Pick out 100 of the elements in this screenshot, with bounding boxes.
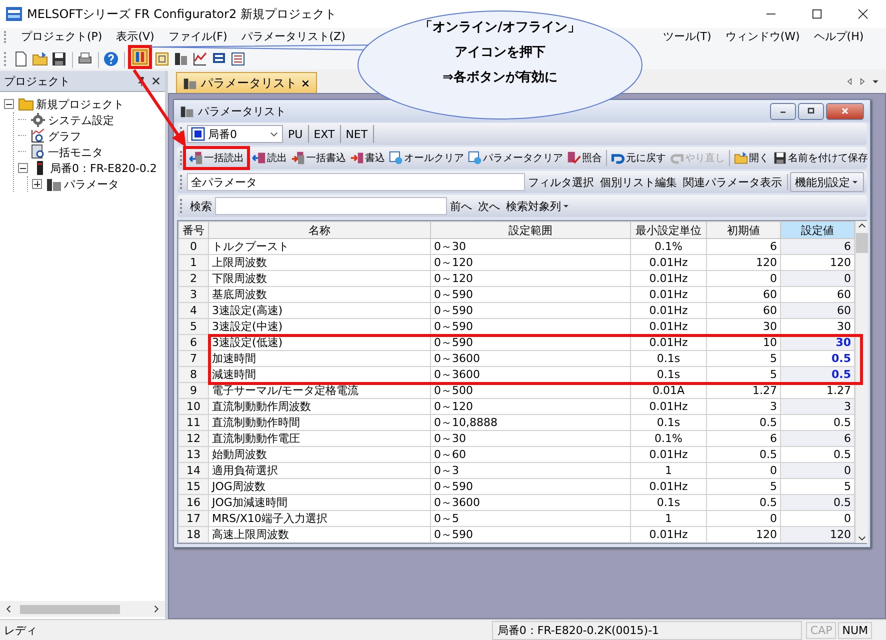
- graph-icon: [30, 128, 46, 144]
- column-header[interactable]: 番号: [178, 222, 208, 238]
- toolbar-button[interactable]: 一括書込: [289, 149, 348, 167]
- table-cell: 0～500: [430, 382, 630, 398]
- table-cell: 0～590: [430, 286, 630, 302]
- toolbar-button[interactable]: 元に戻す: [609, 149, 668, 167]
- vertical-scrollbar[interactable]: [855, 221, 868, 543]
- table-cell: 0～590: [430, 478, 630, 494]
- monitor-icon: [30, 144, 46, 160]
- online-icon: [132, 49, 148, 65]
- table-cell: 13: [178, 446, 208, 462]
- table-cell: 0.01Hz: [630, 270, 706, 286]
- close-button[interactable]: [826, 102, 864, 120]
- callout-text: 「オンライン/オフライン」: [420, 19, 580, 37]
- toolbar-button[interactable]: 読出: [250, 149, 289, 167]
- table-cell: 0～120: [430, 398, 630, 414]
- table-cell: 12: [178, 430, 208, 446]
- folder-icon: [734, 151, 748, 165]
- horizontal-scrollbar[interactable]: [0, 601, 165, 617]
- tree-item[interactable]: 局番0：FR-E820-0.2: [50, 160, 157, 176]
- toolbar-button[interactable]: 一括読出: [183, 146, 250, 170]
- search-nav-button[interactable]: 次へ: [475, 197, 503, 215]
- document-tab[interactable]: パラメータリスト: [176, 72, 317, 93]
- table-cell: 0.5: [706, 446, 780, 462]
- menu-item[interactable]: プロジェクト(P): [14, 29, 110, 44]
- filter-field[interactable]: 全パラメータ: [187, 173, 525, 191]
- toolbar-button[interactable]: 書込: [348, 149, 387, 167]
- search-field[interactable]: [215, 197, 447, 215]
- menu-item[interactable]: ファイル(F): [161, 29, 234, 44]
- check-icon: [567, 151, 581, 165]
- toolbar-button[interactable]: パラメータクリア: [466, 149, 565, 167]
- toolbar-button[interactable]: 開く: [732, 149, 771, 167]
- maximize-icon: [806, 106, 816, 116]
- table-cell: 0: [706, 462, 780, 478]
- table-cell: 0.5: [706, 414, 780, 430]
- toolbar-button[interactable]: [191, 50, 209, 68]
- scrollbar-thumb[interactable]: [20, 604, 120, 614]
- toolbar-button[interactable]: オールクリア: [387, 149, 466, 167]
- table-cell: 0.5: [780, 350, 854, 366]
- table-cell: 0.01Hz: [630, 254, 706, 270]
- table-cell: 0～10,8888: [430, 414, 630, 430]
- expand-toggle[interactable]: [32, 179, 42, 189]
- clear-icon: [468, 151, 482, 165]
- pin-icon: [136, 76, 147, 86]
- parameter-icon: [183, 76, 197, 90]
- menu-item[interactable]: ウィンドウ(W): [718, 29, 807, 44]
- mode-button[interactable]: PU: [283, 125, 309, 143]
- table-cell: 60: [780, 286, 854, 302]
- close-icon: [857, 8, 869, 20]
- table-cell: 0.5: [780, 446, 854, 462]
- tree-item[interactable]: パラメータ: [64, 176, 119, 192]
- toolbar-button[interactable]: [229, 50, 247, 68]
- toolbar-button[interactable]: 照合: [565, 149, 604, 167]
- toolbar-button[interactable]: 名前を付けて保存: [771, 149, 870, 167]
- column-header[interactable]: 最小設定単位: [630, 222, 706, 238]
- table-cell: 0～30: [430, 238, 630, 254]
- expand-toggle[interactable]: [4, 99, 14, 109]
- table-cell: 4: [178, 302, 208, 318]
- mode-button[interactable]: EXT: [308, 125, 341, 143]
- expand-toggle[interactable]: [18, 163, 28, 173]
- device-icon: [173, 51, 189, 67]
- table-cell: 0.5: [780, 494, 854, 510]
- table-cell: 0.1s: [630, 414, 706, 430]
- table-cell: 0～120: [430, 270, 630, 286]
- menu-item[interactable]: ツール(T): [656, 29, 718, 44]
- minimize-button[interactable]: [770, 102, 796, 120]
- clear-icon: [389, 151, 403, 165]
- table-cell: 5: [706, 350, 780, 366]
- function-menu-button[interactable]: 機能別設定: [790, 172, 864, 192]
- table-cell: 0: [178, 238, 208, 254]
- tree-item[interactable]: グラフ: [48, 128, 81, 144]
- column-header[interactable]: 名称: [208, 222, 430, 238]
- tree-item[interactable]: システム設定: [48, 112, 114, 128]
- table-cell: 10: [178, 398, 208, 414]
- caret-icon: [562, 202, 570, 210]
- filter-button[interactable]: フィルタ選択: [525, 173, 597, 191]
- tree-item[interactable]: 一括モニタ: [48, 144, 103, 160]
- table-cell: 0.01Hz: [630, 446, 706, 462]
- table-cell: 0～60: [430, 446, 630, 462]
- menu-item[interactable]: ヘルプ(H): [806, 29, 871, 44]
- toolbar-button[interactable]: [172, 50, 190, 68]
- station-dropdown[interactable]: 局番0: [187, 125, 283, 143]
- column-header[interactable]: 設定範囲: [430, 222, 630, 238]
- filter-button[interactable]: 関連パラメータ表示: [680, 173, 785, 191]
- column-header[interactable]: 設定値: [780, 222, 854, 238]
- search-nav-button[interactable]: 前へ: [447, 197, 475, 215]
- table-cell: 15: [178, 478, 208, 494]
- table-cell: 0: [706, 270, 780, 286]
- search-column-menu[interactable]: 検索対象列: [503, 197, 573, 215]
- mode-button[interactable]: NET: [340, 125, 374, 143]
- scrollbar-thumb[interactable]: [856, 233, 868, 253]
- table-cell: 0.01Hz: [630, 526, 706, 542]
- toolbar-button[interactable]: [50, 50, 68, 68]
- tree-item[interactable]: 新規プロジェクト: [36, 96, 124, 112]
- column-header[interactable]: 初期値: [706, 222, 780, 238]
- table-cell: 3速設定(低速): [208, 334, 430, 350]
- menu-item[interactable]: 表示(V): [109, 29, 162, 44]
- maximize-button[interactable]: [798, 102, 824, 120]
- menu-item[interactable]: パラメータリスト(Z): [234, 29, 352, 44]
- filter-button[interactable]: 個別リスト編集: [597, 173, 680, 191]
